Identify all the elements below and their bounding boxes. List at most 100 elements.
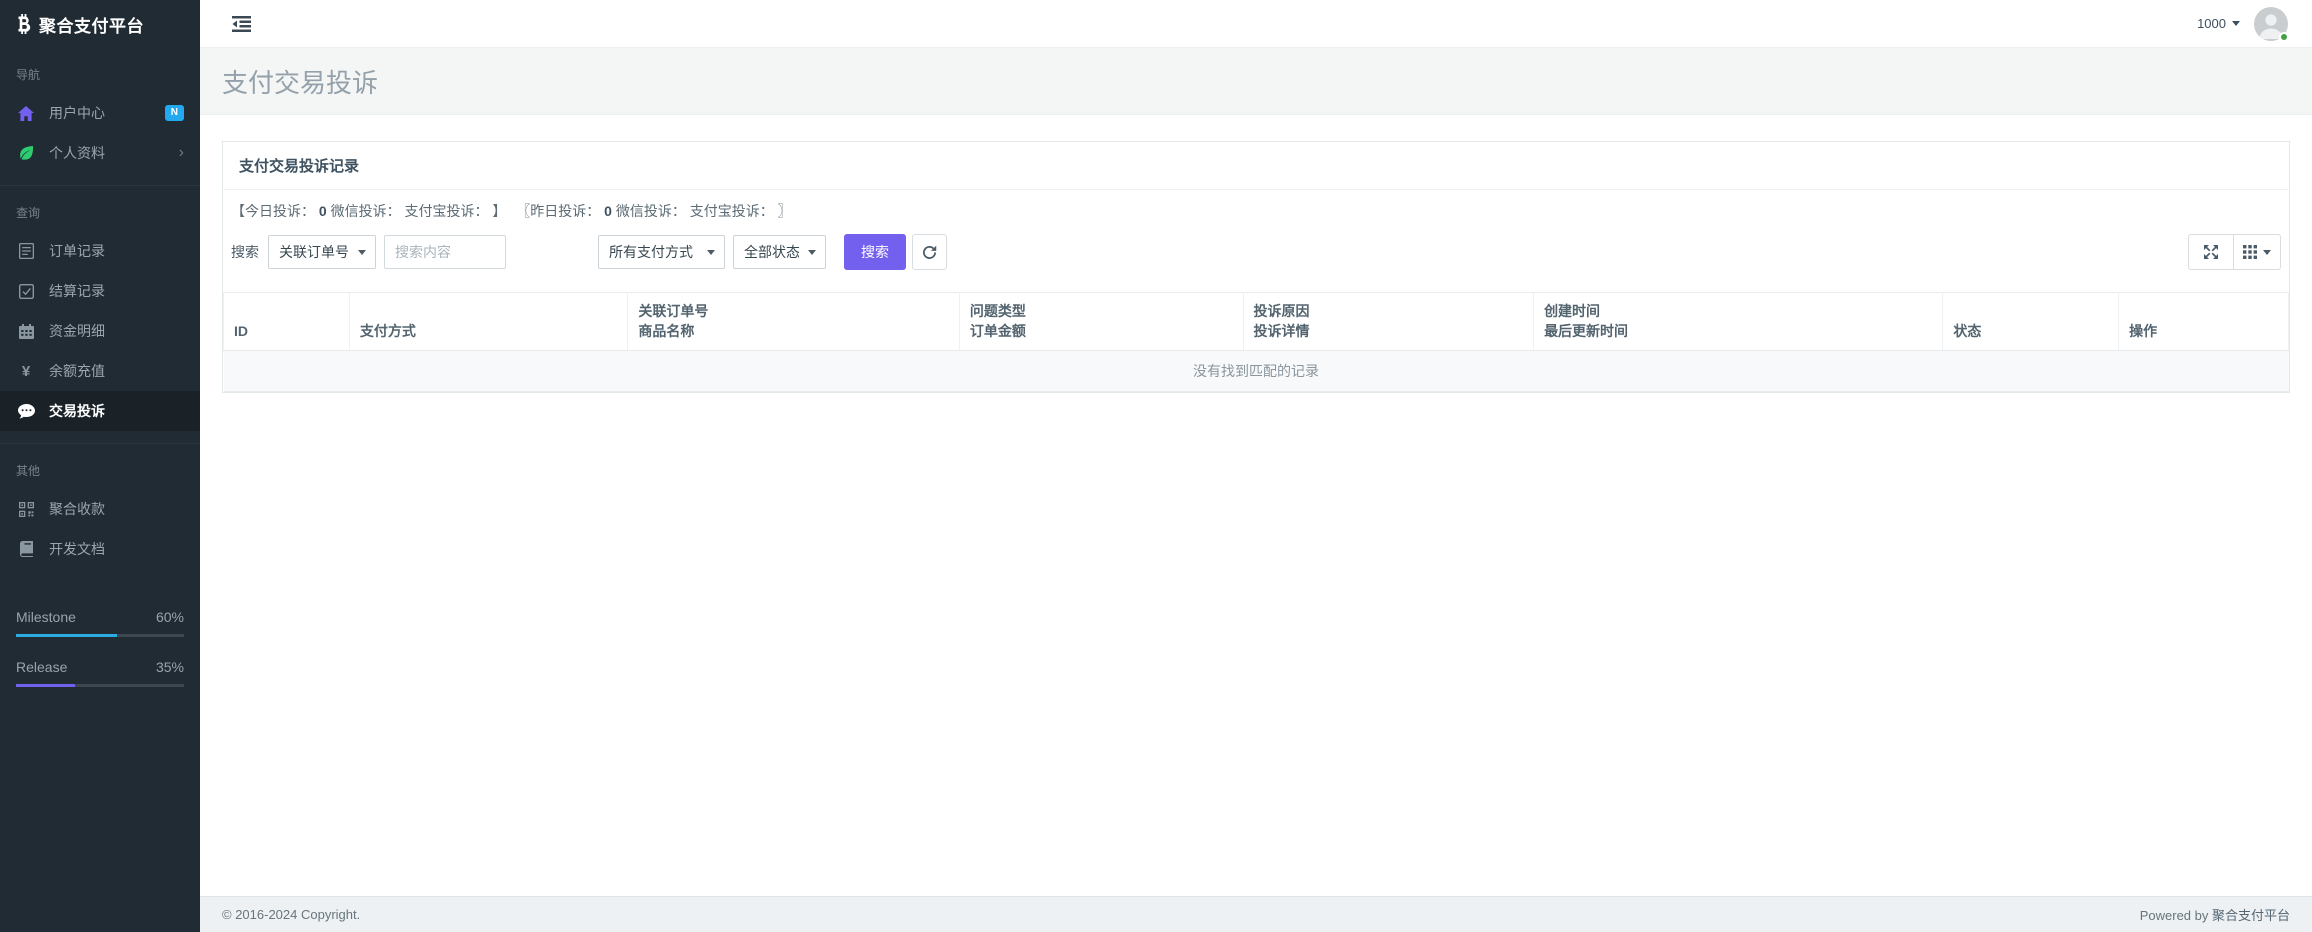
nav-section-label: 其他 <box>0 444 200 489</box>
column-header-id: ID <box>224 293 350 351</box>
nav-section-label: 查询 <box>0 186 200 231</box>
user-id-dropdown[interactable]: 1000 <box>2197 16 2240 31</box>
complaints-panel: 支付交易投诉记录 【今日投诉： 0 微信投诉： 支付宝投诉： 】 〖昨日投诉： … <box>222 141 2290 393</box>
today-complaints-count: 0 <box>319 203 327 219</box>
refresh-icon <box>922 245 937 260</box>
sidebar-nav: 导航 用户中心 N 个人资料 › 查询 <box>0 48 200 573</box>
fullscreen-icon <box>2203 244 2219 260</box>
search-label: 搜索 <box>231 242 259 262</box>
sidebar-item-user-center[interactable]: 用户中心 N <box>0 93 200 133</box>
sidebar-item-fund-details[interactable]: 资金明细 <box>0 311 200 351</box>
columns-grid-icon <box>2243 245 2257 259</box>
calendar-icon <box>16 324 36 339</box>
column-header-status: 状态 <box>1943 293 2119 351</box>
payment-method-select-wrap: 所有支付方式 <box>598 235 725 269</box>
column-header-actions: 操作 <box>2119 293 2289 351</box>
sidebar-progress: Milestone 60% Release 35% <box>0 609 200 709</box>
yesterday-complaints-count: 0 <box>604 203 612 219</box>
sidebar-item-profile[interactable]: 个人资料 › <box>0 133 200 173</box>
yesterday-stats-prefix: 〖昨日投诉： <box>516 203 604 219</box>
powered-by-prefix: Powered by <box>2140 908 2212 923</box>
milestone-percent: 60% <box>156 609 184 625</box>
user-id: 1000 <box>2197 16 2226 31</box>
sidebar: 聚合支付平台 导航 用户中心 N 个人资料 › 查询 <box>0 0 200 932</box>
sidebar-item-transaction-complaints[interactable]: 交易投诉 <box>0 391 200 431</box>
sidebar-item-balance-recharge[interactable]: ¥ 余额充值 <box>0 351 200 391</box>
yesterday-stats-rest: 微信投诉： 支付宝投诉： 〗 <box>612 203 792 219</box>
leaf-icon <box>16 145 36 161</box>
today-stats-prefix: 【今日投诉： <box>231 203 319 219</box>
milestone-progress: Milestone 60% <box>16 609 184 637</box>
status-select-wrap: 全部状态 <box>733 235 826 269</box>
release-progress-fill <box>16 684 75 687</box>
column-header-order-no: 关联订单号商品名称 <box>628 293 960 351</box>
column-header-payment-method: 支付方式 <box>349 293 628 351</box>
table-header-row: ID 支付方式 关联订单号商品名称 问题类型订单金额 投诉原因投诉详情 创建时间… <box>224 293 2289 351</box>
today-stats: 【今日投诉： 0 微信投诉： 支付宝投诉： 】 <box>231 203 506 219</box>
milestone-progress-fill <box>16 634 117 637</box>
search-input[interactable] <box>384 235 506 269</box>
new-badge: N <box>165 105 184 121</box>
milestone-progress-track <box>16 634 184 637</box>
bitcoin-logo-icon <box>16 14 31 34</box>
release-label: Release <box>16 659 67 675</box>
content: 支付交易投诉记录 【今日投诉： 0 微信投诉： 支付宝投诉： 】 〖昨日投诉： … <box>200 115 2312 896</box>
status-select[interactable]: 全部状态 <box>733 235 826 269</box>
online-status-dot <box>2279 32 2289 42</box>
caret-down-icon <box>2232 21 2240 26</box>
page-header: 支付交易投诉 <box>200 48 2312 115</box>
main-area: 1000 支付交易投诉 支付交易投诉记录 【今 <box>200 0 2312 932</box>
table-tools <box>2188 234 2281 270</box>
search-field-select[interactable]: 关联订单号 <box>268 235 376 269</box>
topbar: 1000 <box>200 0 2312 48</box>
search-toolbar: 搜索 关联订单号 所有支付方式 全部状态 搜索 <box>223 221 2289 282</box>
today-stats-rest: 微信投诉： 支付宝投诉： 】 <box>327 203 507 219</box>
refresh-button[interactable] <box>912 234 947 270</box>
complaint-stats: 【今日投诉： 0 微信投诉： 支付宝投诉： 】 〖昨日投诉： 0 微信投诉： 支… <box>223 190 2289 221</box>
sidebar-item-label: 结算记录 <box>49 281 105 301</box>
sidebar-item-dev-docs[interactable]: 开发文档 <box>0 529 200 569</box>
release-percent: 35% <box>156 659 184 675</box>
avatar[interactable] <box>2254 7 2288 41</box>
empty-row: 没有找到匹配的记录 <box>224 350 2289 391</box>
column-header-created-time: 创建时间最后更新时间 <box>1534 293 1943 351</box>
sidebar-item-label: 聚合收款 <box>49 499 105 519</box>
chevron-right-icon: › <box>179 145 184 161</box>
footer: © 2016-2024 Copyright. Powered by 聚合支付平台 <box>200 896 2312 932</box>
qrcode-icon <box>16 502 36 517</box>
footer-brand: 聚合支付平台 <box>2212 908 2290 923</box>
caret-down-icon <box>2263 250 2271 255</box>
complaints-table: ID 支付方式 关联订单号商品名称 问题类型订单金额 投诉原因投诉详情 创建时间… <box>223 292 2289 392</box>
nav-section-label: 导航 <box>0 48 200 93</box>
fullscreen-button[interactable] <box>2188 234 2234 270</box>
sidebar-item-label: 余额充值 <box>49 361 105 381</box>
milestone-label: Milestone <box>16 609 76 625</box>
yesterday-stats: 〖昨日投诉： 0 微信投诉： 支付宝投诉： 〗 <box>516 203 791 219</box>
column-header-issue-type: 问题类型订单金额 <box>959 293 1243 351</box>
home-icon <box>16 106 36 121</box>
search-button[interactable]: 搜索 <box>844 234 906 270</box>
sidebar-item-aggregate-collection[interactable]: 聚合收款 <box>0 489 200 529</box>
list-icon <box>16 243 36 259</box>
app-title: 聚合支付平台 <box>39 12 144 37</box>
column-header-complaint-reason: 投诉原因投诉详情 <box>1243 293 1534 351</box>
panel-title: 支付交易投诉记录 <box>223 142 2289 190</box>
columns-button[interactable] <box>2233 234 2281 270</box>
sidebar-item-order-records[interactable]: 订单记录 <box>0 231 200 271</box>
comment-icon <box>16 404 36 419</box>
sidebar-item-label: 交易投诉 <box>49 401 105 421</box>
sidebar-item-label: 资金明细 <box>49 321 105 341</box>
page-title: 支付交易投诉 <box>222 63 378 100</box>
no-records-message: 没有找到匹配的记录 <box>224 350 2289 391</box>
yen-icon: ¥ <box>16 363 36 380</box>
sidebar-toggle-outdent-icon[interactable] <box>232 15 251 32</box>
sidebar-item-label: 开发文档 <box>49 539 105 559</box>
sidebar-item-label: 订单记录 <box>49 241 105 261</box>
release-progress: Release 35% <box>16 659 184 687</box>
copyright-text: © 2016-2024 Copyright. <box>222 907 360 922</box>
app-logo[interactable]: 聚合支付平台 <box>0 0 200 48</box>
sidebar-item-label: 个人资料 <box>49 143 105 163</box>
sidebar-item-settlement-records[interactable]: 结算记录 <box>0 271 200 311</box>
payment-method-select[interactable]: 所有支付方式 <box>598 235 725 269</box>
search-field-select-wrap: 关联订单号 <box>268 235 376 269</box>
